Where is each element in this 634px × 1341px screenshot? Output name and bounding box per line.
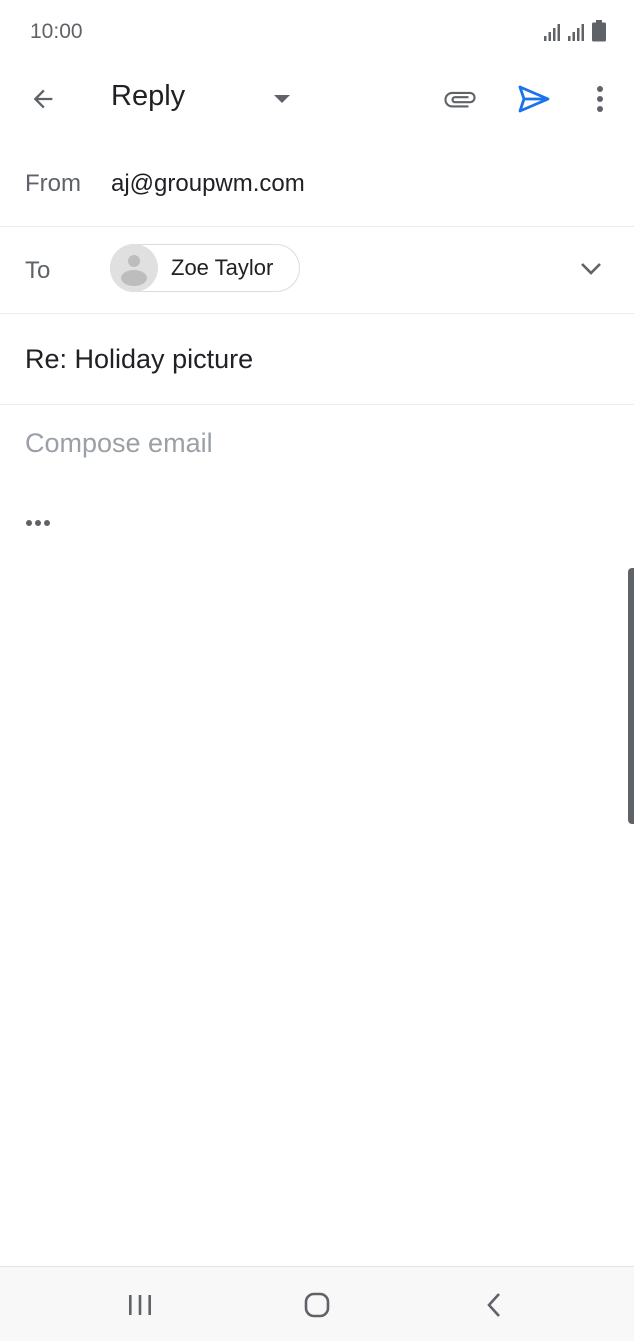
subject-row[interactable]: Re: Holiday picture <box>0 314 634 405</box>
nav-back-button[interactable] <box>474 1285 514 1325</box>
home-icon <box>304 1292 330 1318</box>
reply-type-dropdown[interactable] <box>259 76 305 122</box>
nav-back-icon <box>487 1293 500 1317</box>
more-vert-icon <box>597 86 603 112</box>
status-bar: 10:00 <box>0 0 634 64</box>
recent-apps-icon <box>129 1295 151 1315</box>
caret-down-icon <box>274 95 290 103</box>
show-quoted-text-button[interactable] <box>25 515 51 533</box>
status-icons <box>544 20 606 42</box>
paperclip-icon <box>444 91 476 108</box>
compose-body-input[interactable]: Compose email <box>25 428 213 459</box>
recent-apps-button[interactable] <box>120 1285 160 1325</box>
back-button[interactable] <box>20 76 66 122</box>
person-icon <box>121 255 147 286</box>
home-button[interactable] <box>297 1285 337 1325</box>
system-nav-bar <box>0 1266 634 1341</box>
attach-button[interactable] <box>437 76 483 122</box>
recipient-name: Zoe Taylor <box>171 255 274 280</box>
from-value[interactable]: aj@groupwm.com <box>111 170 305 198</box>
send-button[interactable] <box>511 76 557 122</box>
to-row[interactable]: To Zoe Taylor <box>0 227 634 314</box>
recipient-chip[interactable]: Zoe Taylor <box>110 244 300 292</box>
avatar <box>110 244 158 292</box>
from-label: From <box>25 170 81 197</box>
signal-icon <box>568 24 584 41</box>
send-icon <box>518 85 550 113</box>
status-time: 10:00 <box>30 20 83 43</box>
scrollbar[interactable] <box>628 568 634 824</box>
arrow-left-icon <box>33 89 53 109</box>
more-options-button[interactable] <box>577 76 623 122</box>
to-label: To <box>25 257 51 284</box>
app-bar: Reply <box>0 64 634 134</box>
from-row[interactable]: From aj@groupwm.com <box>0 140 634 227</box>
signal-icon <box>544 24 560 41</box>
expand-recipients-button[interactable] <box>575 253 607 285</box>
page-title[interactable]: Reply <box>111 80 185 113</box>
battery-icon <box>592 20 606 42</box>
chevron-down-icon <box>581 263 601 275</box>
ellipsis-icon <box>26 520 50 526</box>
subject-field[interactable]: Re: Holiday picture <box>25 344 253 375</box>
